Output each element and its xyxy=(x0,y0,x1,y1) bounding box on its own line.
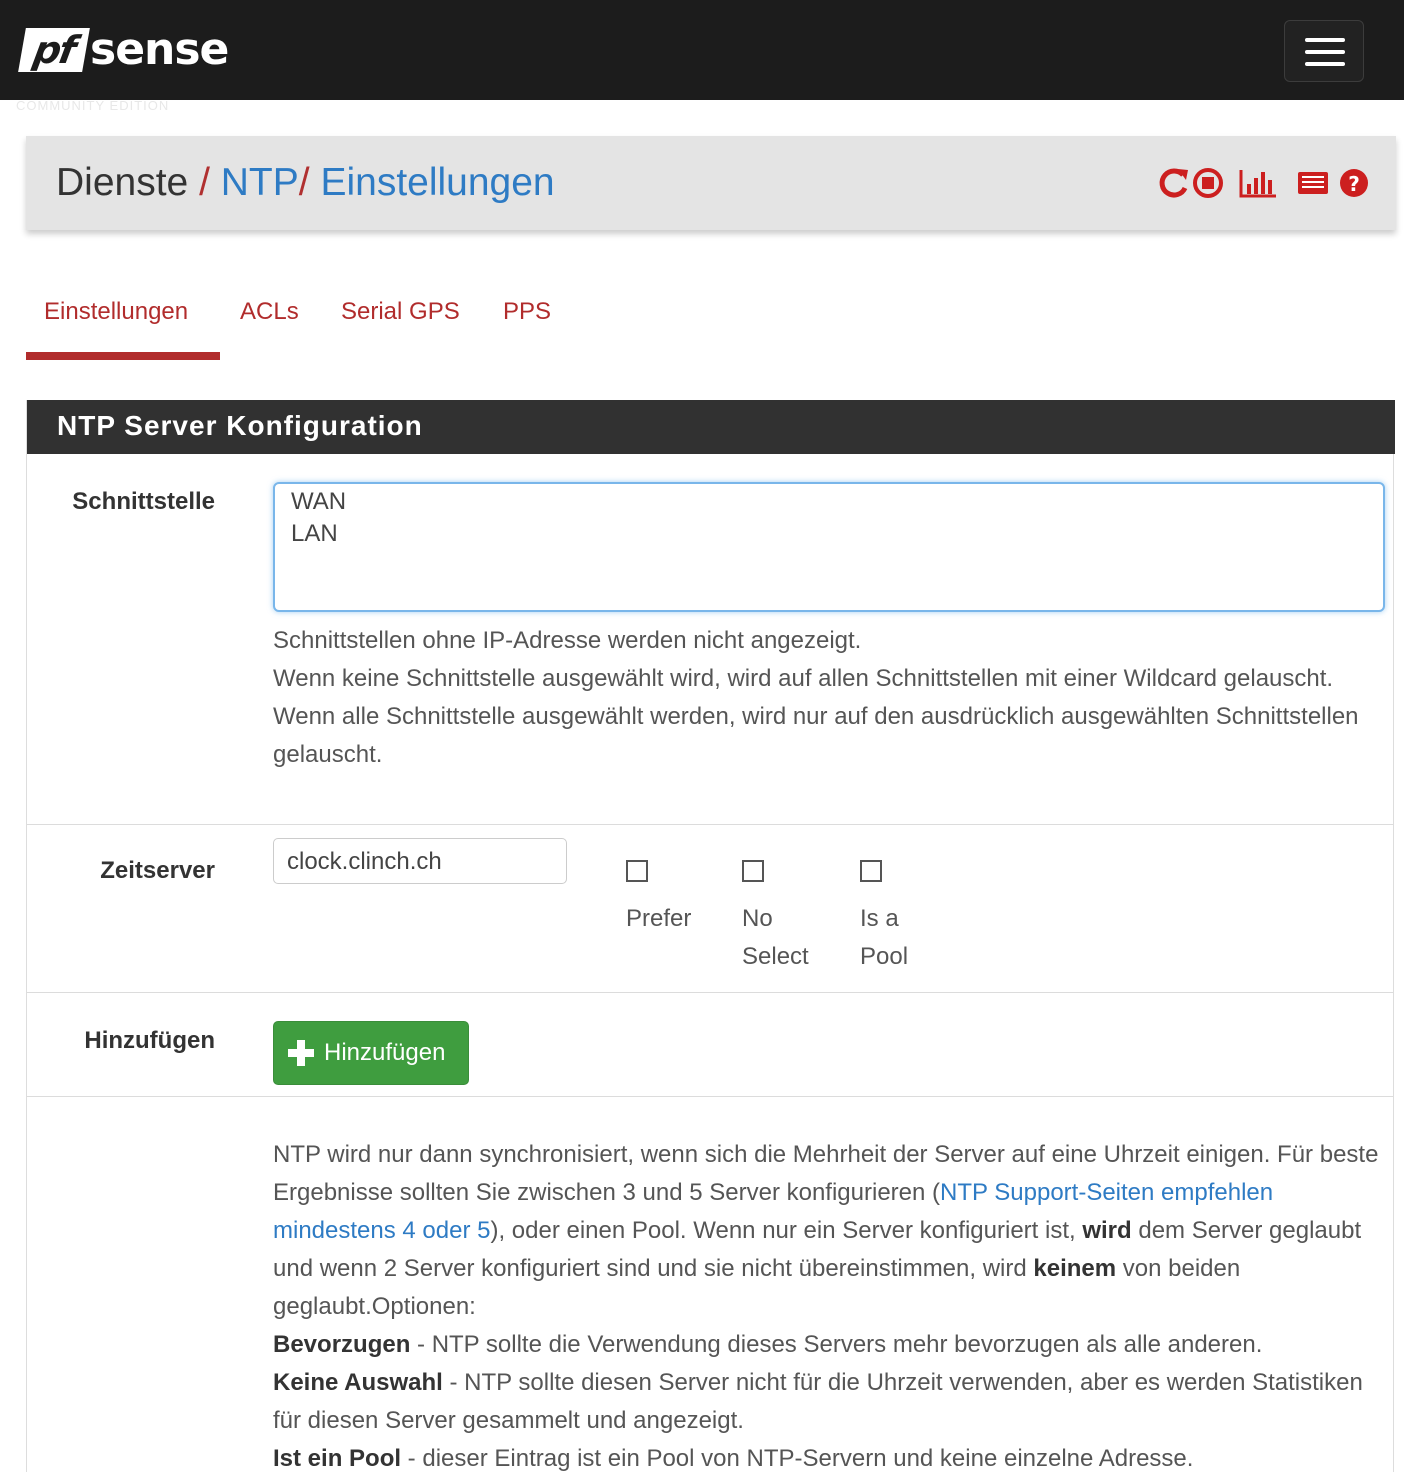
graph-icon[interactable] xyxy=(1238,166,1278,200)
interface-option-wan[interactable]: WAN xyxy=(291,488,346,516)
menu-toggle-button[interactable] xyxy=(1284,20,1364,82)
tab-bar: Einstellungen ACLs Serial GPS PPS xyxy=(26,290,626,360)
timeserver-input[interactable]: clock.clinch.ch xyxy=(273,838,567,884)
service-icons: ? xyxy=(1158,166,1368,202)
option-prefer-desc: - NTP sollte die Verwendung dieses Serve… xyxy=(410,1331,1263,1358)
option-prefer-title: Bevorzugen xyxy=(273,1331,411,1358)
tab-pps[interactable]: PPS xyxy=(503,298,551,326)
add-server-button[interactable]: Hinzufügen xyxy=(273,1021,469,1085)
edition-label: COMMUNITY EDITION xyxy=(16,98,170,113)
interface-help-line: Wenn keine Schnittstelle ausgewählt wird… xyxy=(273,665,1334,692)
ispool-checkbox-label: Is a Pool xyxy=(860,905,909,970)
timeserver-label: Zeitserver xyxy=(100,857,215,884)
tab-serial-gps[interactable]: Serial GPS xyxy=(341,298,460,326)
logo-sense-text: sense xyxy=(90,24,229,75)
top-navbar: pf sense xyxy=(0,0,1404,100)
info-bold: wird xyxy=(1082,1217,1132,1244)
option-pool-desc: - dieser Eintrag ist ein Pool von NTP-Se… xyxy=(401,1445,1194,1472)
ntp-info-text: NTP wird nur dann synchronisiert, wenn s… xyxy=(273,1136,1383,1478)
row-divider xyxy=(27,1096,1393,1097)
log-icon[interactable] xyxy=(1296,166,1330,200)
info-text: ), oder einen Pool. Wenn nur ein Server … xyxy=(490,1217,1083,1244)
logo-pf-mark: pf xyxy=(18,28,90,72)
panel-title: NTP Server Konfiguration xyxy=(57,410,423,441)
breadcrumb-separator: / xyxy=(199,161,210,204)
interface-help-text: Schnittstellen ohne IP-Adresse werden ni… xyxy=(273,622,1373,774)
interface-help-line: Schnittstellen ohne IP-Adresse werden ni… xyxy=(273,627,862,654)
plus-icon xyxy=(288,1040,314,1066)
option-noselect-title: Keine Auswahl xyxy=(273,1369,443,1396)
help-icon[interactable]: ? xyxy=(1338,166,1370,200)
stop-service-icon[interactable] xyxy=(1192,166,1224,200)
tab-acls[interactable]: ACLs xyxy=(240,298,299,326)
hamburger-icon xyxy=(1305,62,1345,66)
breadcrumb-dienste: Dienste xyxy=(56,161,189,204)
prefer-checkbox-label: Prefer xyxy=(626,905,692,932)
breadcrumb-bar: Dienste / NTP/ Einstellungen ? xyxy=(26,136,1396,230)
svg-text:?: ? xyxy=(1348,172,1360,196)
add-server-button-label: Hinzufügen xyxy=(324,1039,446,1066)
interface-help-line: Wenn alle Schnittstelle ausgewählt werde… xyxy=(273,703,1359,768)
breadcrumb: Dienste / NTP/ Einstellungen xyxy=(56,160,555,206)
ntp-config-panel: NTP Server Konfiguration Schnittstelle W… xyxy=(26,400,1395,1472)
active-tab-indicator xyxy=(26,352,220,360)
hamburger-icon xyxy=(1305,38,1345,42)
hamburger-icon xyxy=(1305,50,1345,54)
noselect-checkbox[interactable] xyxy=(742,860,764,882)
prefer-checkbox[interactable] xyxy=(626,860,648,882)
noselect-checkbox-label: No Select xyxy=(742,905,809,970)
breadcrumb-einstellungen[interactable]: Einstellungen xyxy=(320,161,554,204)
interface-label: Schnittstelle xyxy=(72,488,215,515)
restart-service-icon[interactable] xyxy=(1158,166,1190,200)
option-pool-title: Ist ein Pool xyxy=(273,1445,402,1472)
tab-einstellungen[interactable]: Einstellungen xyxy=(44,298,188,326)
ispool-checkbox[interactable] xyxy=(860,860,882,882)
timeserver-input-value: clock.clinch.ch xyxy=(287,848,442,875)
interface-multiselect[interactable]: WAN LAN xyxy=(273,482,1385,612)
interface-option-lan[interactable]: LAN xyxy=(291,520,338,548)
info-bold: keinem xyxy=(1033,1255,1117,1282)
row-divider xyxy=(27,824,1393,825)
add-label: Hinzufügen xyxy=(84,1027,215,1054)
breadcrumb-separator: / xyxy=(298,161,310,204)
row-divider xyxy=(27,992,1393,993)
breadcrumb-ntp[interactable]: NTP xyxy=(221,161,299,204)
panel-header: NTP Server Konfiguration xyxy=(27,400,1395,454)
